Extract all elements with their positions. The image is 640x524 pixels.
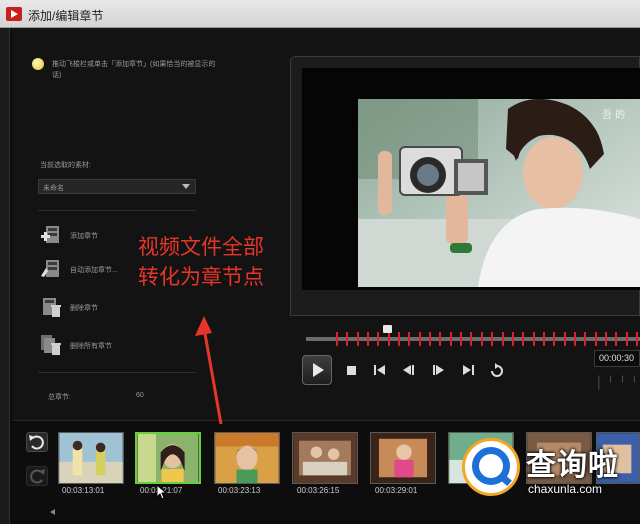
video-frame [358, 99, 640, 287]
chapter-mark[interactable] [512, 332, 514, 346]
thumbnail-image [371, 433, 435, 483]
window-title: 添加/编辑章节 [28, 9, 104, 23]
chapter-mark[interactable] [491, 332, 493, 346]
chapter-thumbnail[interactable] [370, 432, 436, 484]
chapter-thumbnail[interactable] [214, 432, 280, 484]
thumbnail-time: 00:03:13:01 [62, 486, 105, 495]
chapter-mark[interactable] [470, 332, 472, 346]
chapter-mark[interactable] [336, 332, 338, 346]
chapter-mark[interactable] [636, 332, 638, 346]
chapter-mark[interactable] [377, 332, 379, 346]
total-chapters-label: 总章节: [48, 394, 71, 401]
chapter-mark[interactable] [357, 332, 359, 346]
redo-button[interactable] [26, 466, 48, 486]
annotation-line-2: 转化为章节点 [138, 265, 264, 289]
thumbnail-image [215, 433, 279, 483]
watermark-url: chaxunla.com [528, 482, 603, 496]
chapter-mark[interactable] [408, 332, 410, 346]
previous-frame-icon[interactable] [401, 363, 417, 377]
delete-chapter-icon [43, 298, 61, 317]
chapter-mark[interactable] [553, 332, 555, 346]
play-button[interactable] [302, 355, 332, 385]
next-frame-icon[interactable] [430, 363, 446, 377]
title-bar: 添加/编辑章节 [0, 0, 640, 28]
chevron-down-icon [182, 184, 190, 189]
chapter-mark[interactable] [481, 332, 483, 346]
chapter-mark[interactable] [605, 332, 607, 346]
chapter-mark[interactable] [533, 332, 535, 346]
thumbnail-image [137, 434, 199, 482]
thumbnail-time: 00:03:23:13 [218, 486, 261, 495]
watermark-title: 查询啦 [526, 448, 619, 483]
chapter-mark[interactable] [460, 332, 462, 346]
add-chapter-icon [41, 226, 59, 243]
chapter-thumbnail[interactable] [58, 432, 124, 484]
annotation-arrow [195, 316, 223, 425]
delete-chapter-button[interactable]: 删除章节 [38, 296, 198, 320]
speed-ticks: | | | | | [598, 376, 640, 390]
skip-start-icon[interactable] [372, 363, 388, 377]
chapter-mark[interactable] [388, 332, 390, 346]
total-chapters-value: 60 [136, 392, 144, 399]
redo-icon [30, 469, 45, 484]
chapter-marks [336, 332, 640, 346]
thumbnail-image [59, 433, 123, 483]
chapter-mark[interactable] [439, 332, 441, 346]
divider [38, 210, 196, 211]
timeline-playhead[interactable] [383, 325, 392, 333]
chapter-mark[interactable] [626, 332, 628, 346]
chapter-mark[interactable] [595, 332, 597, 346]
chapter-thumbnail[interactable] [135, 432, 201, 484]
chapter-mark[interactable] [419, 332, 421, 346]
chapter-mark[interactable] [564, 332, 566, 346]
annotation-text: 视频文件全部 转化为章节点 [138, 232, 328, 292]
magnifier-icon [472, 447, 510, 485]
chapter-mark[interactable] [502, 332, 504, 346]
playback-controls [302, 355, 582, 387]
chapter-mark[interactable] [584, 332, 586, 346]
stop-icon[interactable] [344, 363, 360, 377]
delete-chapter-label: 删除章节 [70, 305, 98, 312]
chapter-mark[interactable] [543, 332, 545, 346]
undo-icon [29, 435, 44, 450]
chapter-mark[interactable] [398, 332, 400, 346]
thumbnail-time: 00:03:26:15 [297, 486, 340, 495]
chapter-timeline[interactable] [306, 327, 640, 349]
horizontal-scrollbar[interactable] [48, 508, 640, 516]
skip-end-icon[interactable] [460, 363, 476, 377]
chapter-thumbnail[interactable] [292, 432, 358, 484]
chapter-mark[interactable] [346, 332, 348, 346]
app-logo-icon [6, 7, 22, 21]
chapter-mark[interactable] [429, 332, 431, 346]
chapter-mark[interactable] [367, 332, 369, 346]
thumbnail-image [293, 433, 357, 483]
clip-select-value: 未命名 [43, 185, 64, 192]
background-app-strip [0, 28, 10, 524]
annotation-line-1: 视频文件全部 [138, 235, 264, 259]
divider [38, 372, 196, 373]
lightbulb-icon [32, 58, 44, 70]
mouse-cursor-icon [156, 484, 166, 500]
watermark: 查询啦 chaxunla.com [458, 428, 638, 508]
add-chapter-label: 添加章节 [70, 233, 98, 240]
undo-button[interactable] [26, 432, 48, 452]
repeat-icon[interactable] [489, 363, 505, 377]
thumbnail-time: 00:03:29:01 [375, 486, 418, 495]
scroll-left-icon[interactable] [50, 509, 55, 515]
delete-all-chapters-icon [41, 335, 61, 355]
clip-select[interactable]: 未命名 [38, 179, 196, 194]
chapter-mark[interactable] [450, 332, 452, 346]
delete-all-chapters-label: 删除所有章节 [70, 343, 112, 350]
video-caption: 吾 的 [602, 110, 626, 121]
delete-all-chapters-button[interactable]: 删除所有章节 [38, 334, 198, 358]
time-display: 00:00:30 [594, 350, 640, 367]
chapter-mark[interactable] [574, 332, 576, 346]
tip-text: 推动飞梭栏或单击「添加章节」(如果恰当的被显示的话) [52, 61, 216, 79]
chapter-mark[interactable] [522, 332, 524, 346]
chapter-mark[interactable] [615, 332, 617, 346]
auto-add-chapter-label: 自动添加章节... [70, 267, 118, 274]
auto-add-chapter-icon [41, 260, 59, 277]
current-clip-label: 当前选取的素材: [40, 162, 91, 169]
